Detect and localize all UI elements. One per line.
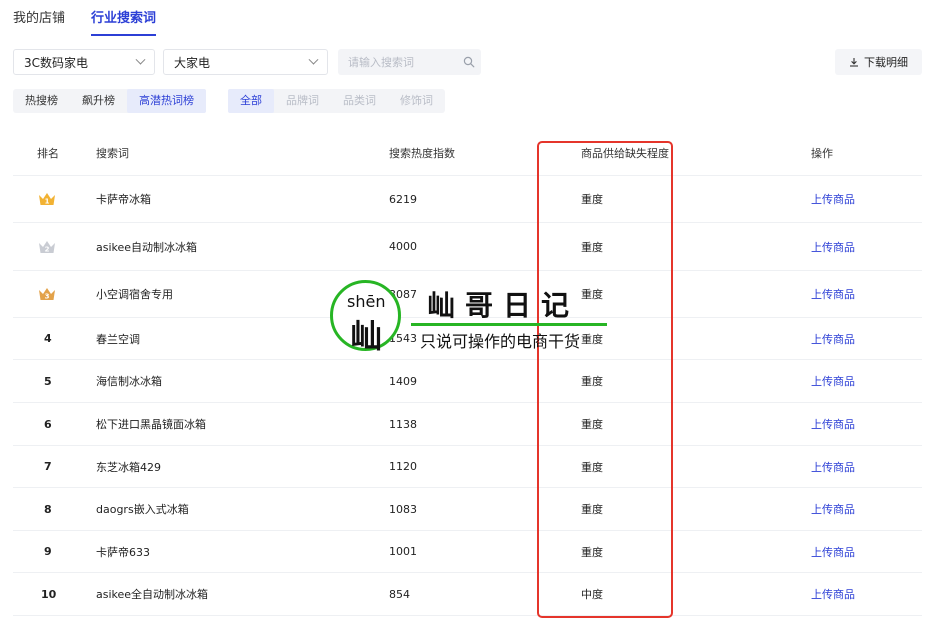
table-row: 4 春兰空调 1543 重度 上传商品 (13, 318, 922, 360)
upload-product-link[interactable]: 上传商品 (798, 459, 922, 475)
upload-product-link[interactable]: 上传商品 (798, 501, 922, 517)
chevron-down-icon (135, 54, 146, 65)
tab-high-potential[interactable]: 高潜热词榜 (127, 89, 206, 113)
upload-product-link[interactable]: 上传商品 (798, 331, 922, 347)
keyword-cell: 小空调宿舍专用 (96, 288, 173, 301)
keyword-cell: asikee全自动制冰冰箱 (96, 588, 209, 601)
heat-cell: 1120 (389, 460, 417, 473)
table-row: 1 卡萨帝冰箱 6219 重度 上传商品 (13, 176, 922, 223)
keyword-table: 排名 搜索词 搜索热度指数 商品供给缺失程度 操作 1 卡萨帝冰箱 6219 重… (13, 131, 922, 616)
supply-gap-cell: 重度 (581, 418, 603, 431)
table-row: 8 daogrs嵌入式冰箱 1083 重度 上传商品 (13, 488, 922, 531)
keyword-cell: 海信制冰冰箱 (96, 375, 162, 388)
supply-gap-cell: 重度 (581, 375, 603, 388)
header-action: 操作 (811, 147, 833, 160)
rank-number: 2 (45, 245, 50, 253)
keyword-cell: daogrs嵌入式冰箱 (96, 503, 189, 516)
heat-cell: 854 (389, 587, 410, 601)
tab-all-words[interactable]: 全部 (228, 89, 274, 113)
upload-product-link[interactable]: 上传商品 (798, 286, 922, 302)
heat-cell: 1409 (389, 374, 417, 388)
keyword-cell: 春兰空调 (96, 332, 140, 346)
upload-product-link[interactable]: 上传商品 (798, 544, 922, 560)
supply-gap-cell: 中度 (581, 588, 603, 601)
upload-product-link[interactable]: 上传商品 (798, 191, 922, 207)
table-row: 10 asikee全自动制冰冰箱 854 中度 上传商品 (13, 573, 922, 616)
heat-cell: 4000 (389, 240, 417, 253)
rank-cell: 4 (44, 332, 52, 345)
rank-cell: 7 (44, 460, 52, 473)
keyword-cell: 卡萨帝633 (96, 545, 150, 559)
heat-cell: 1083 (389, 502, 417, 516)
download-details-button[interactable]: 下载明细 (835, 49, 922, 75)
rank-number: 1 (45, 198, 50, 206)
upload-product-link[interactable]: 上传商品 (798, 373, 922, 389)
tab-modifier-words[interactable]: 修饰词 (388, 89, 445, 113)
category-select-value: 3C数码家电 (24, 55, 89, 70)
keyword-cell: 卡萨帝冰箱 (96, 193, 151, 206)
keyword-cell: 松下进口黑晶镜面冰箱 (96, 418, 206, 431)
tab-category-words[interactable]: 品类词 (331, 89, 388, 113)
table-row: 2 asikee自动制冰冰箱 4000 重度 上传商品 (13, 223, 922, 271)
header-keyword: 搜索词 (96, 147, 129, 160)
supply-gap-cell: 重度 (581, 193, 603, 206)
table-row: 3 小空调宿舍专用 3087 重度 上传商品 (13, 271, 922, 318)
tab-rising[interactable]: 飙升榜 (70, 89, 127, 113)
rank-type-tabs: 热搜榜 飙升榜 高潜热词榜 (13, 89, 206, 113)
bronze-crown-icon: 3 (39, 288, 55, 301)
category-select[interactable]: 3C数码家电 (13, 49, 155, 75)
silver-crown-icon: 2 (39, 240, 55, 253)
supply-gap-cell: 重度 (581, 240, 603, 254)
rank-cell: 8 (44, 502, 52, 516)
heat-cell: 3087 (389, 287, 417, 301)
heat-cell: 1543 (389, 332, 417, 345)
download-label: 下载明细 (864, 56, 908, 69)
tab-my-store[interactable]: 我的店铺 (13, 0, 65, 36)
rank-cell: 1 (13, 192, 96, 206)
header-supply-gap: 商品供给缺失程度 (581, 147, 669, 160)
rank-cell: 9 (44, 545, 52, 558)
supply-gap-cell: 重度 (581, 503, 603, 516)
search-icon[interactable] (463, 56, 475, 68)
table-row: 9 卡萨帝633 1001 重度 上传商品 (13, 531, 922, 573)
subcategory-select-value: 大家电 (174, 55, 211, 70)
supply-gap-cell: 重度 (581, 332, 603, 346)
heat-cell: 1138 (389, 417, 417, 431)
gold-crown-icon: 1 (39, 193, 55, 206)
header-rank: 排名 (37, 147, 59, 160)
table-header: 排名 搜索词 搜索热度指数 商品供给缺失程度 操作 (13, 131, 922, 176)
supply-gap-cell: 重度 (581, 545, 603, 559)
upload-product-link[interactable]: 上传商品 (798, 416, 922, 432)
download-icon (850, 58, 858, 67)
tab-industry-keywords[interactable]: 行业搜索词 (91, 0, 157, 36)
keyword-cell: asikee自动制冰冰箱 (96, 240, 198, 254)
word-type-tabs: 全部 品牌词 品类词 修饰词 (228, 89, 445, 113)
top-tabs: 我的店铺 行业搜索词 (13, 0, 182, 36)
subcategory-select[interactable]: 大家电 (163, 49, 328, 75)
rank-cell: 3 (13, 287, 96, 301)
supply-gap-cell: 重度 (581, 288, 603, 301)
heat-cell: 1001 (389, 545, 417, 558)
rank-cell: 6 (44, 417, 52, 431)
rank-cell: 10 (41, 587, 57, 601)
rank-cell: 2 (13, 240, 96, 254)
tab-brand-words[interactable]: 品牌词 (274, 89, 331, 113)
supply-gap-cell: 重度 (581, 460, 603, 474)
rank-cell: 5 (44, 374, 52, 388)
heat-cell: 6219 (389, 192, 417, 206)
rank-number: 3 (45, 293, 50, 301)
table-row: 6 松下进口黑晶镜面冰箱 1138 重度 上传商品 (13, 403, 922, 446)
tab-hot-search[interactable]: 热搜榜 (13, 89, 70, 113)
header-heat-index: 搜索热度指数 (389, 147, 455, 160)
keyword-cell: 东芝冰箱429 (96, 460, 161, 474)
chevron-down-icon (308, 54, 319, 65)
table-row: 7 东芝冰箱429 1120 重度 上传商品 (13, 446, 922, 488)
upload-product-link[interactable]: 上传商品 (798, 239, 922, 255)
upload-product-link[interactable]: 上传商品 (798, 586, 922, 602)
search-input[interactable] (338, 49, 481, 75)
table-row: 5 海信制冰冰箱 1409 重度 上传商品 (13, 360, 922, 403)
